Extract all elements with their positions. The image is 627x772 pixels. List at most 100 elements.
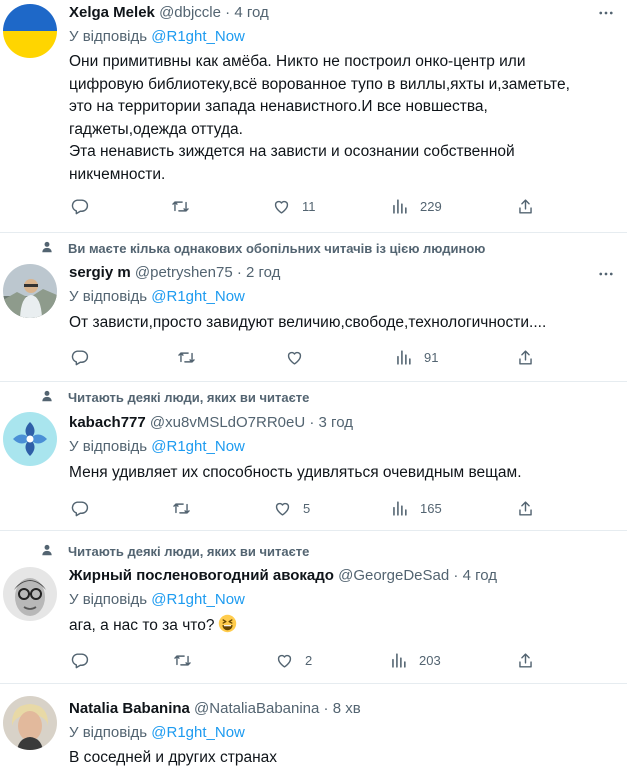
reply-button[interactable] <box>70 650 89 670</box>
views-count: 165 <box>420 500 442 516</box>
tweet[interactable]: Читають деякі люди, яких ви читаєте Жирн… <box>0 531 627 684</box>
avatar[interactable] <box>3 696 57 750</box>
share-button[interactable] <box>516 650 535 670</box>
share-icon <box>519 500 532 516</box>
views-count: 203 <box>419 652 441 668</box>
author-handle[interactable]: @petryshen75 <box>135 264 233 281</box>
user-photo <box>3 696 57 750</box>
views-count: 91 <box>424 349 439 365</box>
comment-icon <box>71 198 89 214</box>
avatar[interactable] <box>3 264 57 318</box>
tweet-text: В соседней и других странах <box>69 747 609 770</box>
reply-prefix: У відповідь <box>69 438 148 455</box>
tweet[interactable]: Xelga Melek @dbjccle · 4 год У відповідь… <box>0 0 627 233</box>
share-icon <box>519 652 532 668</box>
tweet-header: kabach777 @xu8vMSLdO7RR0eU · 3 год <box>69 413 353 433</box>
timestamp[interactable]: 4 год <box>463 567 497 584</box>
views-count: 229 <box>420 198 442 214</box>
avatar[interactable] <box>3 412 57 466</box>
social-context: Читають деякі люди, яких ви читаєте <box>68 390 310 405</box>
more-icon[interactable] <box>597 265 615 283</box>
tweet-text: От зависти,просто завидуют величию,свобо… <box>69 312 609 335</box>
views-button[interactable]: 229 <box>390 196 442 216</box>
tweet-header: Жирный посленовогодний авокадо @GeorgeDe… <box>69 566 497 586</box>
replies-feed: Xelga Melek @dbjccle · 4 год У відповідь… <box>0 0 627 772</box>
tweet[interactable]: Natalia Babanina @NataliaBabanina · 8 хв… <box>0 684 627 772</box>
author-name[interactable]: Natalia Babanina <box>69 700 190 717</box>
author-name[interactable]: sergiy m <box>69 264 131 281</box>
author-handle[interactable]: @NataliaBabanina <box>194 700 319 717</box>
timestamp[interactable]: 8 хв <box>333 700 361 717</box>
retweet-button[interactable] <box>171 196 190 216</box>
retweet-button[interactable] <box>172 498 191 518</box>
separator: · <box>323 700 329 717</box>
tweet-text-line: Меня удивляет их способность удивляться … <box>69 464 522 481</box>
reply-context: У відповідь @R1ght_Now <box>69 287 245 307</box>
ukraine-flag-avatar <box>3 4 57 58</box>
separator: · <box>309 414 315 431</box>
tweet-text-line: гаджеты,одежда оттуда. <box>69 120 243 138</box>
tweet-text: ага, а нас то за что? <box>69 614 609 638</box>
share-button[interactable] <box>516 498 535 518</box>
reply-context: У відповідь @R1ght_Now <box>69 437 245 457</box>
share-icon <box>519 198 532 214</box>
reply-to-link[interactable]: @R1ght_Now <box>151 438 245 455</box>
author-handle[interactable]: @GeorgeDeSad <box>338 567 449 584</box>
author-name[interactable]: Жирный посленовогодний авокадо <box>69 567 334 584</box>
timestamp[interactable]: 2 год <box>246 264 280 281</box>
views-button[interactable]: 203 <box>389 650 441 670</box>
separator: · <box>236 264 242 281</box>
reply-prefix: У відповідь <box>69 591 148 608</box>
tweet-text: Они примитивны как амёба. Никто не постр… <box>69 51 609 186</box>
tweet-header: sergiy m @petryshen75 · 2 год <box>69 263 280 283</box>
author-name[interactable]: Xelga Melek <box>69 4 155 21</box>
reply-context: У відповідь @R1ght_Now <box>69 723 245 743</box>
author-handle[interactable]: @xu8vMSLdO7RR0eU <box>150 414 305 431</box>
reply-to-link[interactable]: @R1ght_Now <box>151 724 245 741</box>
views-button[interactable]: 91 <box>394 347 438 367</box>
tweet-header: Natalia Babanina @NataliaBabanina · 8 хв <box>69 699 361 719</box>
share-button[interactable] <box>516 347 535 367</box>
like-button[interactable]: 2 <box>275 650 312 670</box>
heart-icon <box>287 351 302 365</box>
avatar[interactable] <box>3 4 57 58</box>
heart-icon <box>275 502 290 516</box>
share-icon <box>519 349 532 365</box>
retweet-icon <box>172 200 189 212</box>
reply-context: У відповідь @R1ght_Now <box>69 590 245 610</box>
tweet-text-line: В соседней и других странах <box>69 749 278 766</box>
grinning-squinting-emoji-icon <box>219 614 237 633</box>
reply-button[interactable] <box>70 196 89 216</box>
views-icon <box>393 500 407 516</box>
avatar[interactable] <box>3 567 57 621</box>
reply-button[interactable] <box>70 347 89 367</box>
views-icon <box>397 349 411 365</box>
timestamp[interactable]: 4 год <box>234 4 268 21</box>
reply-button[interactable] <box>70 498 89 518</box>
author-handle[interactable]: @dbjccle <box>159 4 221 21</box>
retweet-button[interactable] <box>173 650 192 670</box>
tweet-text-line: никчемности. <box>69 165 166 183</box>
share-button[interactable] <box>516 196 535 216</box>
more-icon[interactable] <box>597 4 615 22</box>
like-button[interactable]: 11 <box>272 196 316 216</box>
timestamp[interactable]: 3 год <box>319 414 353 431</box>
person-icon <box>42 390 52 402</box>
separator: · <box>225 4 231 21</box>
retweet-icon <box>178 351 195 363</box>
author-name[interactable]: kabach777 <box>69 414 146 431</box>
tweet[interactable]: Ви маєте кілька однакових обопільних чит… <box>0 233 627 382</box>
like-button[interactable]: 5 <box>273 498 310 518</box>
reply-to-link[interactable]: @R1ght_Now <box>151 288 245 305</box>
tweet[interactable]: Читають деякі люди, яких ви читаєте kaba… <box>0 382 627 531</box>
tweet-header: Xelga Melek @dbjccle · 4 год <box>69 3 269 23</box>
retweet-button[interactable] <box>177 347 196 367</box>
person-icon <box>42 241 52 253</box>
views-button[interactable]: 165 <box>390 498 442 518</box>
reply-to-link[interactable]: @R1ght_Now <box>151 591 245 608</box>
like-button[interactable] <box>285 347 315 367</box>
reply-to-link[interactable]: @R1ght_Now <box>151 28 245 45</box>
reply-prefix: У відповідь <box>69 724 148 741</box>
heart-icon <box>274 200 289 214</box>
tweet-text-line: ага, а нас то за что? <box>69 617 215 634</box>
